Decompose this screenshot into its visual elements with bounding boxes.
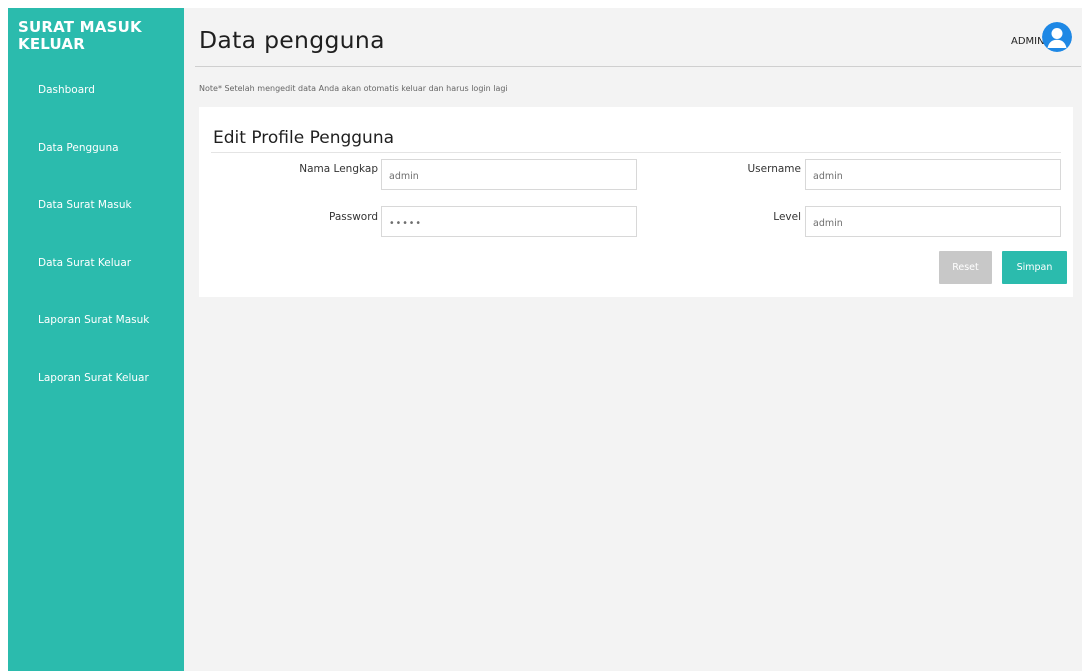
edit-note: Note* Setelah mengedit data Anda akan ot… [199,84,508,93]
sidebar-item-data-surat-masuk[interactable]: Data Surat Masuk [38,199,132,211]
nama-lengkap-input[interactable]: admin [381,159,637,190]
sidebar-item-data-surat-keluar[interactable]: Data Surat Keluar [38,257,131,269]
save-button[interactable]: Simpan [1002,251,1067,284]
app-brand: SURAT MASUK KELUAR [18,19,178,53]
level-label: Level [773,211,801,223]
brand-line-1: SURAT MASUK [18,18,142,36]
header-divider [195,66,1081,67]
user-circle-icon[interactable] [1042,22,1072,52]
form-title: Edit Profile Pengguna [213,128,395,148]
sidebar-item-laporan-surat-keluar[interactable]: Laporan Surat Keluar [38,372,149,384]
username-input[interactable]: admin [805,159,1061,190]
brand-line-2: KELUAR [18,35,85,53]
app-window: SURAT MASUK KELUAR Dashboard Data Penggu… [8,8,1082,671]
sidebar: SURAT MASUK KELUAR Dashboard Data Penggu… [8,8,184,671]
sidebar-item-laporan-surat-masuk[interactable]: Laporan Surat Masuk [38,314,149,326]
password-input[interactable]: ••••• [381,206,637,237]
password-label: Password [328,211,378,223]
edit-profile-card: Edit Profile Pengguna Nama Lengkap admin… [199,107,1073,297]
form-title-divider [211,152,1061,153]
user-name-label[interactable]: ADMIN [1011,36,1045,47]
sidebar-item-dashboard[interactable]: Dashboard [38,84,95,96]
reset-button[interactable]: Reset [939,251,992,284]
sidebar-item-data-pengguna[interactable]: Data Pengguna [38,142,119,154]
page-title: Data pengguna [199,26,385,54]
nama-lengkap-label: Nama Lengkap [299,163,378,175]
username-label: Username [747,163,801,175]
level-input[interactable]: admin [805,206,1061,237]
